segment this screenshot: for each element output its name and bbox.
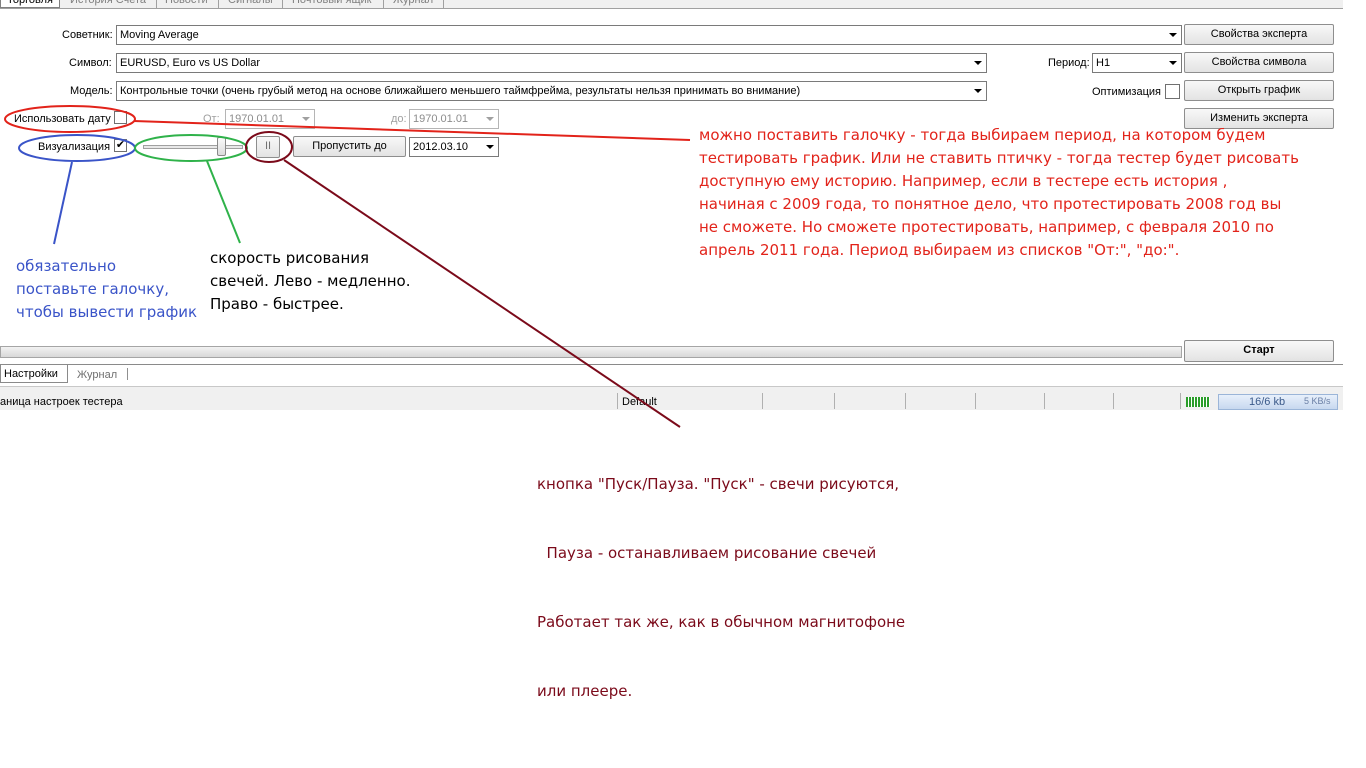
annotation-line: Право - быстрее. bbox=[210, 295, 344, 313]
annotation-line: свечей. Лево - медленно. bbox=[210, 272, 411, 290]
annotation-line: кнопка "Пуск/Пауза. "Пуск" - свечи рисую… bbox=[537, 475, 900, 493]
annotation-line: не сможете. Но сможете протестировать, н… bbox=[699, 218, 1274, 236]
annotation-line: скорость рисования bbox=[210, 249, 370, 267]
annotation-line: начиная с 2009 года, то понятное дело, ч… bbox=[699, 195, 1282, 213]
annotation-line: чтобы вывести график bbox=[16, 303, 198, 321]
dark-red-ellipse bbox=[245, 131, 293, 163]
annotation-line: Пауза - останавливаем рисование свечей bbox=[537, 544, 877, 562]
annotation-line: обязательно bbox=[16, 257, 116, 275]
blue-ellipse bbox=[18, 134, 136, 162]
annotation-line: апрель 2011 года. Период выбираем из спи… bbox=[699, 241, 1180, 259]
annotation-line: поставьте галочку, bbox=[16, 280, 169, 298]
annotation-visualization-note: обязательно поставьте галочку, чтобы выв… bbox=[16, 255, 197, 324]
green-pointer-line bbox=[206, 160, 241, 244]
annotation-line: тестировать график. Или не ставить птичк… bbox=[699, 149, 1299, 167]
annotation-pause-note: кнопка "Пуск/Пауза. "Пуск" - свечи рисую… bbox=[537, 427, 905, 726]
annotation-date-note: можно поставить галочку - тогда выбираем… bbox=[699, 124, 1299, 262]
annotation-line: доступную ему историю. Например, если в … bbox=[699, 172, 1228, 190]
annotation-line: или плеере. bbox=[537, 682, 633, 700]
annotation-speed-note: скорость рисования свечей. Лево - медлен… bbox=[210, 247, 410, 316]
annotation-line: можно поставить галочку - тогда выбираем… bbox=[699, 126, 1266, 144]
blue-pointer-line bbox=[53, 161, 73, 245]
annotation-line: Работает так же, как в обычном магнитофо… bbox=[537, 613, 906, 631]
green-ellipse bbox=[134, 134, 248, 162]
red-ellipse bbox=[4, 105, 136, 133]
